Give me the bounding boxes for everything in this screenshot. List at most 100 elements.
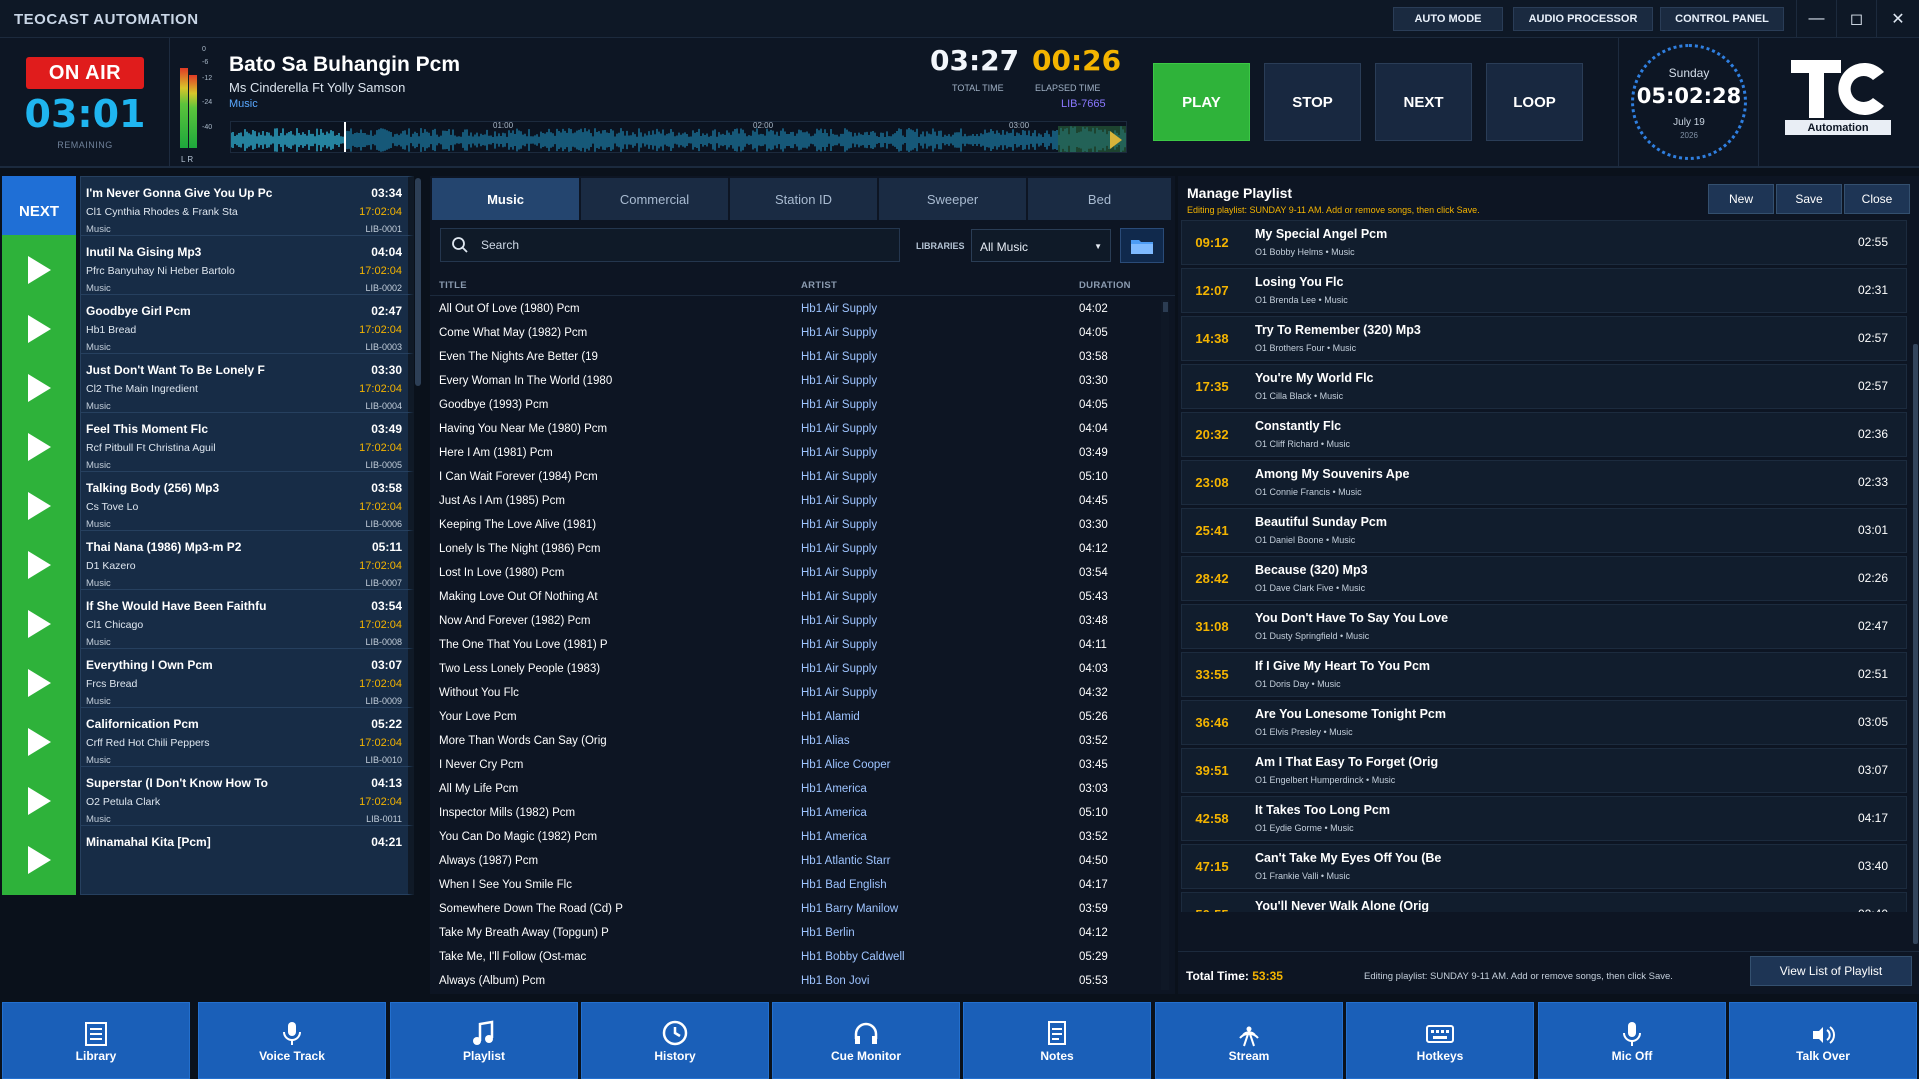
column-header-artist[interactable]: ARTIST <box>801 280 837 291</box>
table-row[interactable]: Always (1987) Pcm Hb1 Atlantic Starr 04:… <box>430 850 1160 874</box>
queue-item-title: Everything I Own Pcm <box>86 658 213 672</box>
playlist-item[interactable]: 20:32 Constantly Flc O1 Cliff Richard • … <box>1181 412 1907 457</box>
column-header-title[interactable]: TITLE <box>439 280 467 291</box>
notes-button[interactable]: Notes <box>963 1002 1151 1079</box>
playlist-item[interactable]: 09:12 My Special Angel Pcm O1 Bobby Helm… <box>1181 220 1907 265</box>
table-row[interactable]: Goodbye (1993) Pcm Hb1 Air Supply 04:05 <box>430 394 1160 418</box>
table-row[interactable]: Even The Nights Are Better (19 Hb1 Air S… <box>430 346 1160 370</box>
playlist-item[interactable]: 28:42 Because (320) Mp3 O1 Dave Clark Fi… <box>1181 556 1907 601</box>
playlist-item[interactable]: 17:35 You're My World Flc O1 Cilla Black… <box>1181 364 1907 409</box>
playlist-item[interactable]: 25:41 Beautiful Sunday Pcm O1 Daniel Boo… <box>1181 508 1907 553</box>
tab-music[interactable]: Music <box>432 178 579 220</box>
library-button[interactable]: Library <box>2 1002 190 1079</box>
queue-item[interactable]: Minamahal Kita [Pcm] 04:21 <box>0 825 414 895</box>
mic-off-button[interactable]: Mic Off <box>1538 1002 1726 1079</box>
elapsed-time: 00:26 <box>1032 44 1122 77</box>
playlist-item[interactable]: 50:55 You'll Never Walk Alone (Orig O1 G… <box>1181 892 1907 912</box>
table-row[interactable]: Every Woman In The World (1980 Hb1 Air S… <box>430 370 1160 394</box>
play-button[interactable]: PLAY <box>1153 63 1250 141</box>
table-row[interactable]: I Never Cry Pcm Hb1 Alice Cooper 03:45 <box>430 754 1160 778</box>
cue-monitor-button[interactable]: Cue Monitor <box>772 1002 960 1079</box>
playlist-item-meta: O1 Connie Francis • Music <box>1255 487 1362 497</box>
control-panel-button[interactable]: CONTROL PANEL <box>1660 7 1784 31</box>
playhead[interactable] <box>344 122 346 153</box>
auto-mode-button[interactable]: AUTO MODE <box>1393 7 1503 31</box>
playlist-item[interactable]: 12:07 Losing You Flc O1 Brenda Lee • Mus… <box>1181 268 1907 313</box>
voice-track-button[interactable]: Voice Track <box>198 1002 386 1079</box>
table-row[interactable]: Inspector Mills (1982) Pcm Hb1 America 0… <box>430 802 1160 826</box>
view-playlists-button[interactable]: View List of Playlist <box>1750 956 1912 986</box>
table-row[interactable]: Here I Am (1981) Pcm Hb1 Air Supply 03:4… <box>430 442 1160 466</box>
save-playlist-button[interactable]: Save <box>1776 184 1842 214</box>
close-icon[interactable]: ✕ <box>1876 0 1919 38</box>
playlist-item[interactable]: 33:55 If I Give My Heart To You Pcm O1 D… <box>1181 652 1907 697</box>
table-row[interactable]: Just As I Am (1985) Pcm Hb1 Air Supply 0… <box>430 490 1160 514</box>
loop-button[interactable]: LOOP <box>1486 63 1583 141</box>
queue-card[interactable]: Minamahal Kita [Pcm] 04:21 <box>80 825 414 895</box>
stop-button[interactable]: STOP <box>1264 63 1361 141</box>
playlist-scrollbar[interactable] <box>1913 344 1918 944</box>
table-row[interactable]: Take My Breath Away (Topgun) P Hb1 Berli… <box>430 922 1160 946</box>
queue-play-button[interactable] <box>2 825 76 895</box>
row-title: Somewhere Down The Road (Cd) P <box>439 903 623 915</box>
playlist-item[interactable]: 47:15 Can't Take My Eyes Off You (Be O1 … <box>1181 844 1907 889</box>
table-row[interactable]: Come What May (1982) Pcm Hb1 Air Supply … <box>430 322 1160 346</box>
open-folder-button[interactable] <box>1120 228 1164 263</box>
table-row[interactable]: Without You Flc Hb1 Air Supply 04:32 <box>430 682 1160 706</box>
playlist-item[interactable]: 39:51 Am I That Easy To Forget (Orig O1 … <box>1181 748 1907 793</box>
table-row[interactable]: Now And Forever (1982) Pcm Hb1 Air Suppl… <box>430 610 1160 634</box>
playlist-item[interactable]: 23:08 Among My Souvenirs Ape O1 Connie F… <box>1181 460 1907 505</box>
library-scrollbar-track[interactable] <box>1161 300 1169 990</box>
table-row[interactable]: The One That You Love (1981) P Hb1 Air S… <box>430 634 1160 658</box>
playlist-button[interactable]: Playlist <box>390 1002 578 1079</box>
playlist-item-meta: O1 Dusty Springfield • Music <box>1255 631 1370 641</box>
table-row[interactable]: Lonely Is The Night (1986) Pcm Hb1 Air S… <box>430 538 1160 562</box>
playlist-footer-note: Editing playlist: SUNDAY 9-11 AM. Add or… <box>1364 971 1673 982</box>
table-row[interactable]: All My Life Pcm Hb1 America 03:03 <box>430 778 1160 802</box>
table-row[interactable]: More Than Words Can Say (Orig Hb1 Alias … <box>430 730 1160 754</box>
playlist-item-duration: 03:05 <box>1857 715 1888 729</box>
playlist-item[interactable]: 42:58 It Takes Too Long Pcm O1 Eydie Gor… <box>1181 796 1907 841</box>
table-row[interactable]: Keeping The Love Alive (1981) Hb1 Air Su… <box>430 514 1160 538</box>
table-row[interactable]: Take Me, I'll Follow (Ost-mac Hb1 Bobby … <box>430 946 1160 970</box>
tab-station-id[interactable]: Station ID <box>730 178 877 220</box>
table-row[interactable]: I Can Wait Forever (1984) Pcm Hb1 Air Su… <box>430 466 1160 490</box>
column-header-duration[interactable]: DURATION <box>1079 280 1131 291</box>
table-row[interactable]: All Out Of Love (1980) Pcm Hb1 Air Suppl… <box>430 298 1160 322</box>
playlist-item[interactable]: 36:46 Are You Lonesome Tonight Pcm O1 El… <box>1181 700 1907 745</box>
table-row[interactable]: When I See You Smile Flc Hb1 Bad English… <box>430 874 1160 898</box>
stream-button[interactable]: Stream <box>1155 1002 1343 1079</box>
maximize-icon[interactable]: ◻ <box>1836 0 1876 38</box>
playlist-item[interactable]: 31:08 You Don't Have To Say You Love O1 … <box>1181 604 1907 649</box>
tab-commercial[interactable]: Commercial <box>581 178 728 220</box>
queue-item-artist: Frcs Bread <box>86 678 138 690</box>
search-input[interactable] <box>481 238 881 252</box>
talk-over-button[interactable]: Talk Over <box>1729 1002 1917 1079</box>
new-playlist-button[interactable]: New <box>1708 184 1774 214</box>
playlist-item-meta: O1 Cilla Black • Music <box>1255 391 1344 401</box>
hotkeys-button[interactable]: Hotkeys <box>1346 1002 1534 1079</box>
table-row[interactable]: Your Love Pcm Hb1 Alamid 05:26 <box>430 706 1160 730</box>
audio-processor-button[interactable]: AUDIO PROCESSOR <box>1513 7 1653 31</box>
history-button[interactable]: History <box>581 1002 769 1079</box>
close-playlist-button[interactable]: Close <box>1844 184 1910 214</box>
vu-bar-left <box>180 68 188 148</box>
playlist-item[interactable]: 14:38 Try To Remember (320) Mp3 O1 Broth… <box>1181 316 1907 361</box>
play-icon <box>28 315 51 343</box>
table-row[interactable]: Making Love Out Of Nothing At Hb1 Air Su… <box>430 586 1160 610</box>
table-row[interactable]: Lost In Love (1980) Pcm Hb1 Air Supply 0… <box>430 562 1160 586</box>
queue-scrollbar[interactable] <box>415 178 421 386</box>
waveform-seekbar[interactable]: 01:00 02:00 03:00 <box>230 121 1127 153</box>
table-row[interactable]: Always (Album) Pcm Hb1 Bon Jovi 05:53 <box>430 970 1160 988</box>
vu-scale-label: -6 <box>202 59 209 66</box>
minimize-icon[interactable]: — <box>1796 0 1836 38</box>
table-row[interactable]: Two Less Lonely People (1983) Hb1 Air Su… <box>430 658 1160 682</box>
libraries-select[interactable]: All Music ▼ <box>971 229 1111 262</box>
library-scrollbar-thumb[interactable] <box>1163 302 1168 312</box>
table-row[interactable]: You Can Do Magic (1982) Pcm Hb1 America … <box>430 826 1160 850</box>
table-row[interactable]: Somewhere Down The Road (Cd) P Hb1 Barry… <box>430 898 1160 922</box>
tab-sweeper[interactable]: Sweeper <box>879 178 1026 220</box>
next-button[interactable]: NEXT <box>1375 63 1472 141</box>
tab-bed[interactable]: Bed <box>1028 178 1171 220</box>
table-row[interactable]: Having You Near Me (1980) Pcm Hb1 Air Su… <box>430 418 1160 442</box>
